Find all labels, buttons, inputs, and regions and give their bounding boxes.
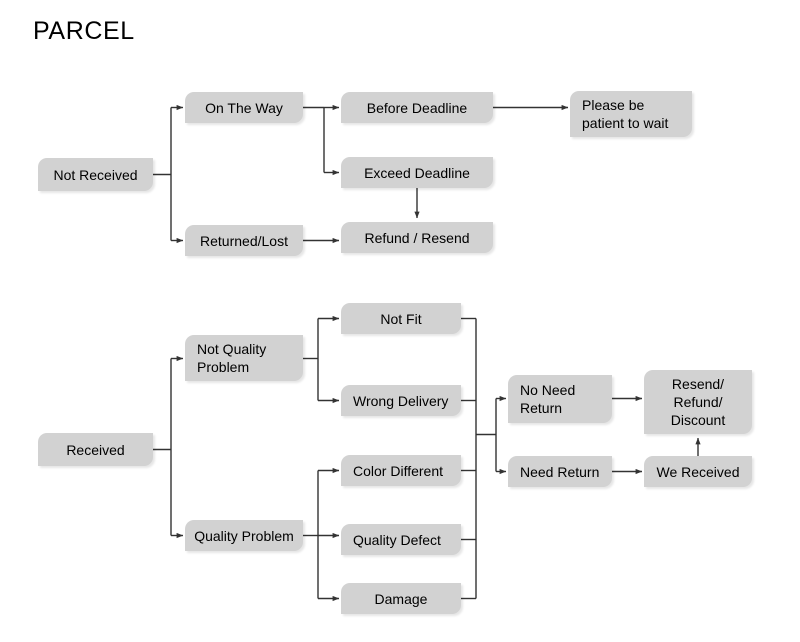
node-label: Not Received (53, 166, 138, 183)
node-label: Quality Defect (353, 531, 441, 548)
node-label: Before Deadline (366, 99, 468, 116)
node-refund-resend[interactable]: Refund / Resend (341, 222, 493, 253)
flowchart-canvas: PARCEL Not Received On The Way Returned/… (0, 0, 800, 642)
node-color-different[interactable]: Color Different (341, 455, 461, 486)
node-no-need-return[interactable]: No Need Return (508, 375, 612, 423)
node-label: Wrong Delivery (353, 392, 449, 409)
node-label: Please be patient to wait (582, 97, 669, 131)
node-label: Damage (374, 590, 428, 607)
node-label: On The Way (205, 99, 283, 116)
node-please-be-patient-to-wait[interactable]: Please be patient to wait (570, 91, 692, 137)
node-damage[interactable]: Damage (341, 583, 461, 614)
node-before-deadline[interactable]: Before Deadline (341, 92, 493, 123)
node-we-received[interactable]: We Received (644, 456, 752, 487)
node-not-received[interactable]: Not Received (38, 158, 153, 191)
node-exceed-deadline[interactable]: Exceed Deadline (341, 157, 493, 188)
node-wrong-delivery[interactable]: Wrong Delivery (341, 385, 461, 416)
node-need-return[interactable]: Need Return (508, 456, 612, 487)
node-label: Not Fit (380, 310, 422, 327)
node-label: We Received (656, 463, 740, 480)
node-returned-lost[interactable]: Returned/Lost (185, 225, 303, 256)
node-received[interactable]: Received (38, 433, 153, 466)
page-title: PARCEL (33, 17, 135, 45)
node-label: Not Quality Problem (197, 341, 267, 375)
node-label: Color Different (353, 462, 444, 479)
node-label: Need Return (520, 463, 600, 480)
node-label: Received (66, 441, 125, 458)
node-label: Exceed Deadline (364, 164, 470, 181)
node-quality-problem[interactable]: Quality Problem (185, 520, 303, 551)
node-label: Refund / Resend (364, 229, 470, 246)
node-label: Returned/Lost (200, 232, 288, 249)
node-on-the-way[interactable]: On The Way (185, 92, 303, 123)
node-label: Quality Problem (194, 527, 294, 544)
node-not-quality-problem[interactable]: Not Quality Problem (185, 335, 303, 381)
node-label: No Need Return (520, 382, 576, 416)
node-resend-refund-discount[interactable]: Resend/ Refund/ Discount (644, 370, 752, 434)
node-not-fit[interactable]: Not Fit (341, 303, 461, 334)
node-quality-defect[interactable]: Quality Defect (341, 524, 461, 555)
node-label: Resend/ Refund/ Discount (670, 376, 726, 428)
